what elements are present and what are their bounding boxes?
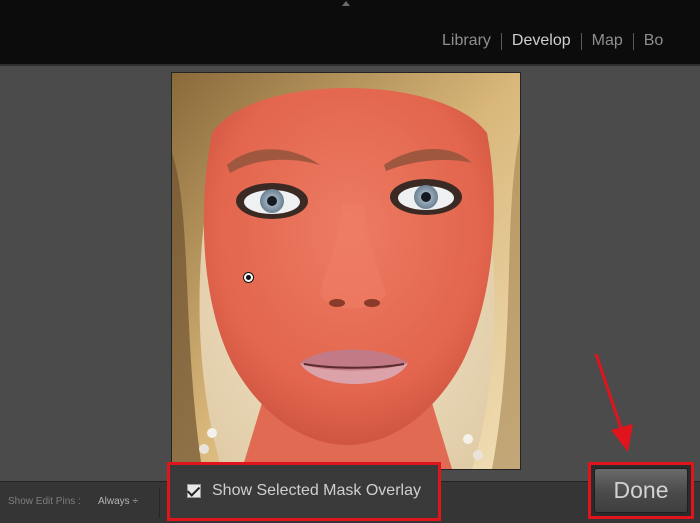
check-icon — [186, 483, 201, 497]
edit-pins-label: Show Edit Pins : — [8, 496, 81, 507]
photo-canvas[interactable] — [171, 72, 521, 470]
module-develop[interactable]: Develop — [502, 30, 581, 52]
done-button[interactable]: Done — [594, 468, 688, 513]
topbar-divider — [0, 64, 700, 66]
mask-overlay-toggle[interactable]: Show Selected Mask Overlay — [167, 462, 441, 521]
module-picker-bar: Library Develop Map Bo — [0, 0, 700, 64]
mask-overlay-label: Show Selected Mask Overlay — [212, 482, 421, 499]
edit-pins-dropdown[interactable]: Always ÷ — [98, 496, 138, 507]
module-library[interactable]: Library — [432, 30, 501, 52]
edit-pin-icon[interactable] — [244, 273, 253, 282]
annotation-arrow-icon — [594, 353, 633, 452]
done-highlight: Done — [588, 462, 694, 519]
toolbar-divider — [159, 488, 160, 518]
portrait-photo — [172, 73, 520, 469]
collapse-arrow-icon[interactable] — [342, 1, 350, 6]
module-tabs: Library Develop Map Bo — [432, 30, 673, 52]
mask-overlay-checkbox[interactable] — [186, 483, 201, 498]
module-map[interactable]: Map — [582, 30, 633, 52]
module-book[interactable]: Bo — [634, 30, 674, 52]
